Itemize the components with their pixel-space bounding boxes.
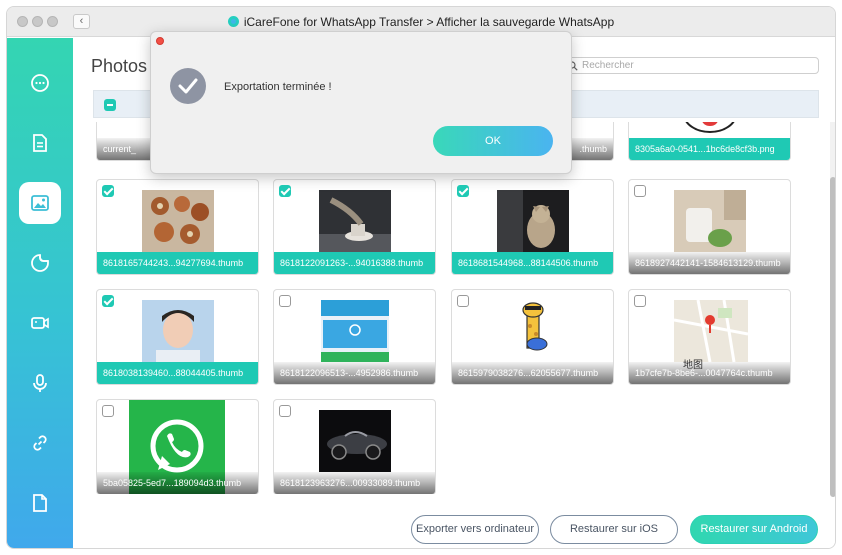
photo-card[interactable]: 8618681544968...88144506.thumb bbox=[451, 179, 614, 275]
search-placeholder: Rechercher bbox=[582, 60, 634, 71]
search-input[interactable]: Rechercher bbox=[563, 57, 819, 74]
photo-card[interactable]: 8618927442141-1584613129.thumb bbox=[628, 179, 791, 275]
sidebar-item-stickers[interactable] bbox=[19, 242, 61, 284]
success-check-icon bbox=[170, 68, 206, 104]
photo-checkbox[interactable] bbox=[102, 405, 114, 417]
photo-caption: 5ba05825-5ed7...189094d3.thumb bbox=[97, 472, 258, 494]
restore-android-button[interactable]: Restaurer sur Android bbox=[690, 515, 818, 544]
image-icon bbox=[31, 195, 49, 211]
photo-card[interactable]: 8618122091263-...94016388.thumb bbox=[273, 179, 436, 275]
photo-card[interactable]: 5ba05825-5ed7...189094d3.thumb bbox=[96, 399, 259, 494]
sidebar-item-photos[interactable] bbox=[19, 182, 61, 224]
photo-checkbox[interactable] bbox=[102, 185, 114, 197]
photo-checkbox[interactable] bbox=[457, 295, 469, 307]
photo-caption: 8618927442141-1584613129.thumb bbox=[629, 252, 790, 274]
photo-checkbox[interactable] bbox=[634, 185, 646, 197]
sidebar-item-links[interactable] bbox=[19, 422, 61, 464]
sidebar-item-messages[interactable] bbox=[19, 62, 61, 104]
sidebar-item-files[interactable] bbox=[19, 482, 61, 524]
photo-checkbox[interactable] bbox=[457, 185, 469, 197]
photo-card[interactable]: 8615979038276...62055677.thumb bbox=[451, 289, 614, 385]
photo-card[interactable]: 8618038139460...88044405.thumb bbox=[96, 289, 259, 385]
photo-card[interactable]: 地图 1b7cfe7b-8be6-...0047764c.thumb bbox=[628, 289, 791, 385]
grid-scrollbar[interactable] bbox=[830, 122, 835, 497]
food-photo-thumbnail bbox=[142, 190, 214, 252]
photo-caption: 8618038139460...88044405.thumb bbox=[97, 362, 258, 384]
sticker-icon bbox=[31, 254, 49, 272]
app-screenshot-thumbnail bbox=[321, 300, 389, 362]
photo-caption: 1b7cfe7b-8be6-...0047764c.thumb bbox=[629, 362, 790, 384]
restore-ios-button[interactable]: Restaurer sur iOS bbox=[550, 515, 678, 544]
app-logo-icon bbox=[227, 16, 239, 27]
photo-card[interactable]: 8618165744243...94277694.thumb bbox=[96, 179, 259, 275]
giraffe-sticker-thumbnail bbox=[497, 300, 569, 362]
photo-caption: 8305a6a0-0541...1bc6de8cf3b.png bbox=[629, 138, 790, 160]
select-all-checkbox[interactable] bbox=[104, 99, 116, 111]
photo-checkbox[interactable] bbox=[279, 295, 291, 307]
photo-checkbox[interactable] bbox=[102, 295, 114, 307]
dialog-message: Exportation terminée ! bbox=[224, 81, 332, 93]
cat-photo-thumbnail bbox=[497, 190, 569, 252]
sidebar-item-audio[interactable] bbox=[19, 362, 61, 404]
export-complete-dialog: Exportation terminée ! OK bbox=[150, 31, 572, 174]
photo-grid: current_ .thumb 8305a6a0-0541...1bc6de8c… bbox=[73, 122, 835, 494]
microphone-icon bbox=[33, 374, 47, 392]
sidebar bbox=[7, 38, 73, 548]
dialog-close-button[interactable] bbox=[156, 37, 164, 45]
link-icon bbox=[33, 435, 47, 451]
photo-caption: 8618123963276...00933089.thumb bbox=[274, 472, 435, 494]
coffee-photo-thumbnail bbox=[319, 190, 391, 252]
photo-checkbox[interactable] bbox=[279, 185, 291, 197]
photo-caption: 8618122091263-...94016388.thumb bbox=[274, 252, 435, 274]
document-icon bbox=[33, 134, 47, 152]
map-thumbnail bbox=[674, 300, 748, 362]
photo-checkbox[interactable] bbox=[279, 405, 291, 417]
window-title: iCareFone for WhatsApp Transfer > Affich… bbox=[7, 15, 835, 29]
portrait-photo-thumbnail bbox=[142, 300, 214, 362]
sidebar-item-documents[interactable] bbox=[19, 122, 61, 164]
page-title: Photos bbox=[91, 56, 148, 76]
photo-caption: 8618122096513-...4952986.thumb bbox=[274, 362, 435, 384]
kettle-photo-thumbnail bbox=[674, 190, 746, 252]
photo-card[interactable]: 8618123963276...00933089.thumb bbox=[273, 399, 436, 494]
photo-caption: 8615979038276...62055677.thumb bbox=[452, 362, 613, 384]
photo-checkbox[interactable] bbox=[634, 295, 646, 307]
sidebar-item-videos[interactable] bbox=[19, 302, 61, 344]
chat-bubble-icon bbox=[31, 74, 49, 92]
car-photo-thumbnail bbox=[319, 410, 391, 472]
file-icon bbox=[33, 494, 47, 512]
photo-card[interactable]: 8618122096513-...4952986.thumb bbox=[273, 289, 436, 385]
cartoon-sticker-thumbnail bbox=[674, 122, 746, 138]
scrollbar-thumb[interactable] bbox=[830, 177, 835, 497]
video-icon bbox=[31, 317, 49, 329]
photo-card[interactable]: 8305a6a0-0541...1bc6de8cf3b.png bbox=[628, 122, 791, 161]
window-title-text: iCareFone for WhatsApp Transfer > Affich… bbox=[243, 15, 615, 29]
photo-caption: 8618165744243...94277694.thumb bbox=[97, 252, 258, 274]
export-to-computer-button[interactable]: Exporter vers ordinateur bbox=[411, 515, 539, 544]
photo-caption: 8618681544968...88144506.thumb bbox=[452, 252, 613, 274]
dialog-ok-button[interactable]: OK bbox=[433, 126, 553, 156]
